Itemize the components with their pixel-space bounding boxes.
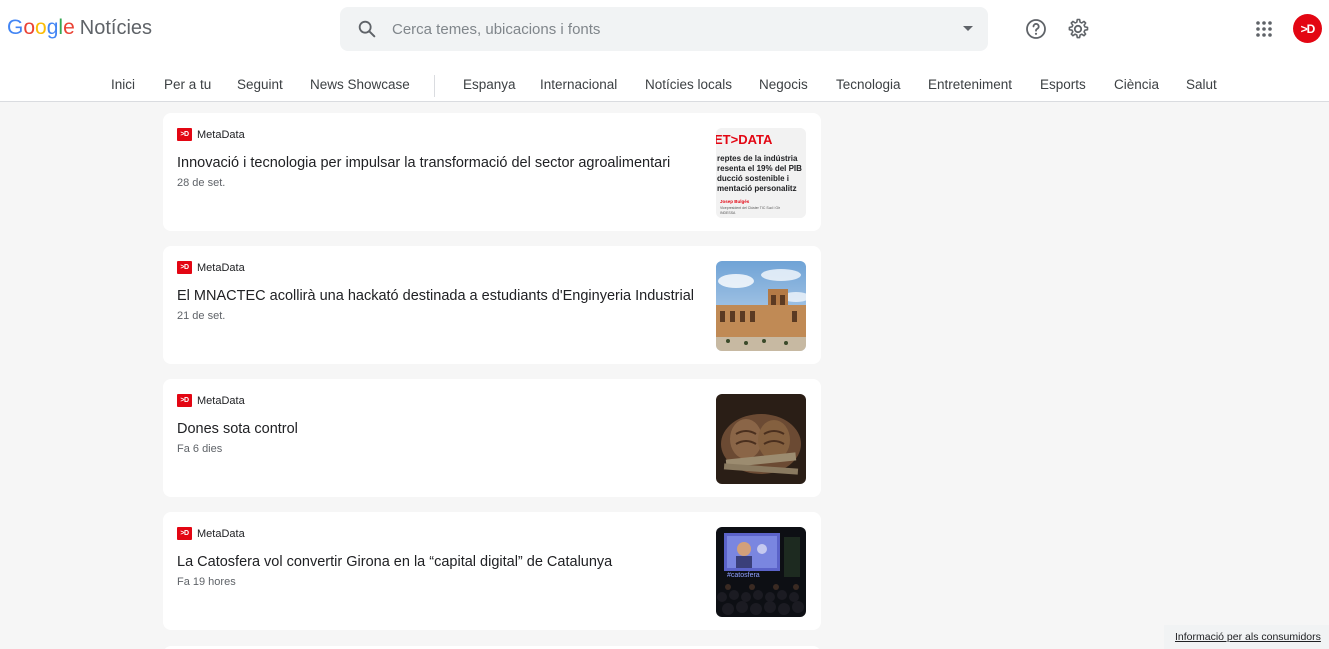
- nav-ciencia[interactable]: Ciència: [1114, 77, 1159, 92]
- thumb-brand: ET>DATA: [716, 132, 773, 147]
- product-name: Notícies: [79, 17, 153, 39]
- article-title[interactable]: El MNACTEC acollirà una hackató destinad…: [177, 288, 694, 304]
- nav-news-showcase[interactable]: News Showcase: [310, 77, 410, 92]
- logo-letter: e: [63, 16, 75, 39]
- article-card[interactable]: >D MetaData Dones sota control Fa 6 dies: [163, 379, 821, 497]
- search-bar[interactable]: Cerca temes, ubicacions i fonts: [340, 7, 988, 51]
- nav-inici[interactable]: Inici: [111, 77, 135, 92]
- source-name: MetaData: [197, 394, 245, 407]
- apps-grid-icon[interactable]: [1252, 17, 1276, 41]
- thumb-person-org: INDESSA: [720, 211, 736, 215]
- logo-letter: o: [23, 16, 36, 39]
- article-source[interactable]: >D MetaData: [177, 394, 245, 407]
- top-header: Google Notícies Cerca temes, ubicacions …: [0, 0, 1329, 102]
- consumer-info-link[interactable]: Informació per als consumidors: [1164, 625, 1329, 649]
- thumb-line: reptes de la indústria: [717, 154, 798, 163]
- article-thumbnail[interactable]: [716, 261, 806, 351]
- nav-salut[interactable]: Salut: [1186, 77, 1217, 92]
- conference-audience-photo: #catosfera: [716, 527, 806, 617]
- nav-negocis[interactable]: Negocis: [759, 77, 808, 92]
- article-thumbnail[interactable]: [716, 394, 806, 484]
- article-thumbnail[interactable]: #catosfera: [716, 527, 806, 617]
- article-source[interactable]: >D MetaData: [177, 261, 245, 274]
- nav-entreteniment[interactable]: Entreteniment: [928, 77, 1012, 92]
- article-time: 21 de set.: [177, 310, 226, 322]
- logo-letter: o: [35, 16, 47, 39]
- article-time: Fa 6 dies: [177, 443, 223, 455]
- logo-letter: g: [46, 16, 59, 39]
- nav-esports[interactable]: Esports: [1040, 77, 1086, 92]
- logo-letter: G: [7, 16, 24, 39]
- article-source[interactable]: >D MetaData: [177, 527, 245, 540]
- article-card[interactable]: >D MetaData La Catosfera vol convertir G…: [163, 512, 821, 630]
- thumb-line: resenta el 19% del PIB: [717, 164, 802, 173]
- help-icon[interactable]: [1024, 17, 1048, 41]
- metadata-promo-image: ET>DATA reptes de la indústria resenta e…: [716, 128, 806, 218]
- source-logo: >D: [177, 128, 192, 141]
- article-card[interactable]: >D MetaData El MNACTEC acollirà una hack…: [163, 246, 821, 364]
- nav-noticies-locals[interactable]: Notícies locals: [645, 77, 732, 92]
- nav-divider: [434, 75, 435, 97]
- source-logo: >D: [177, 394, 192, 407]
- nav-internacional[interactable]: Internacional: [540, 77, 617, 92]
- article-title[interactable]: La Catosfera vol convertir Girona en la …: [177, 554, 612, 570]
- search-input[interactable]: Cerca temes, ubicacions i fonts: [392, 21, 600, 38]
- search-icon[interactable]: [356, 18, 378, 40]
- article-title[interactable]: Innovació i tecnologia per impulsar la t…: [177, 155, 670, 171]
- account-avatar[interactable]: >D: [1293, 14, 1322, 43]
- nav-seguint[interactable]: Seguint: [237, 77, 283, 92]
- google-news-logo[interactable]: Google Notícies: [7, 16, 152, 42]
- article-time: Fa 19 hores: [177, 576, 236, 588]
- article-thumbnail[interactable]: ET>DATA reptes de la indústria resenta e…: [716, 128, 806, 218]
- tied-hands-photo: [716, 394, 806, 484]
- nav-per-a-tu[interactable]: Per a tu: [164, 77, 211, 92]
- source-logo: >D: [177, 261, 192, 274]
- nav-espanya[interactable]: Espanya: [463, 77, 516, 92]
- source-name: MetaData: [197, 261, 245, 274]
- source-name: MetaData: [197, 527, 245, 540]
- source-name: MetaData: [197, 128, 245, 141]
- source-logo: >D: [177, 527, 192, 540]
- article-title[interactable]: Dones sota control: [177, 421, 298, 437]
- gear-icon[interactable]: [1066, 17, 1090, 41]
- thumb-person-role: Vicepresident del Clúster TIC Sud i Gir: [720, 206, 781, 210]
- search-options-dropdown-icon[interactable]: [963, 26, 973, 31]
- nav-tecnologia[interactable]: Tecnologia: [836, 77, 901, 92]
- museum-building-photo: [716, 261, 806, 351]
- screen-text: #catosfera: [727, 572, 760, 579]
- thumb-line: ducció sostenible i: [717, 174, 789, 183]
- article-card[interactable]: >D MetaData Innovació i tecnologia per i…: [163, 113, 821, 231]
- article-time: 28 de set.: [177, 177, 226, 189]
- section-nav: Inici Per a tu Seguint News Showcase Esp…: [0, 70, 1329, 100]
- thumb-person-name: Josep Bulgés: [720, 199, 750, 204]
- thumb-line: mentació personalitz: [717, 184, 797, 193]
- article-source[interactable]: >D MetaData: [177, 128, 245, 141]
